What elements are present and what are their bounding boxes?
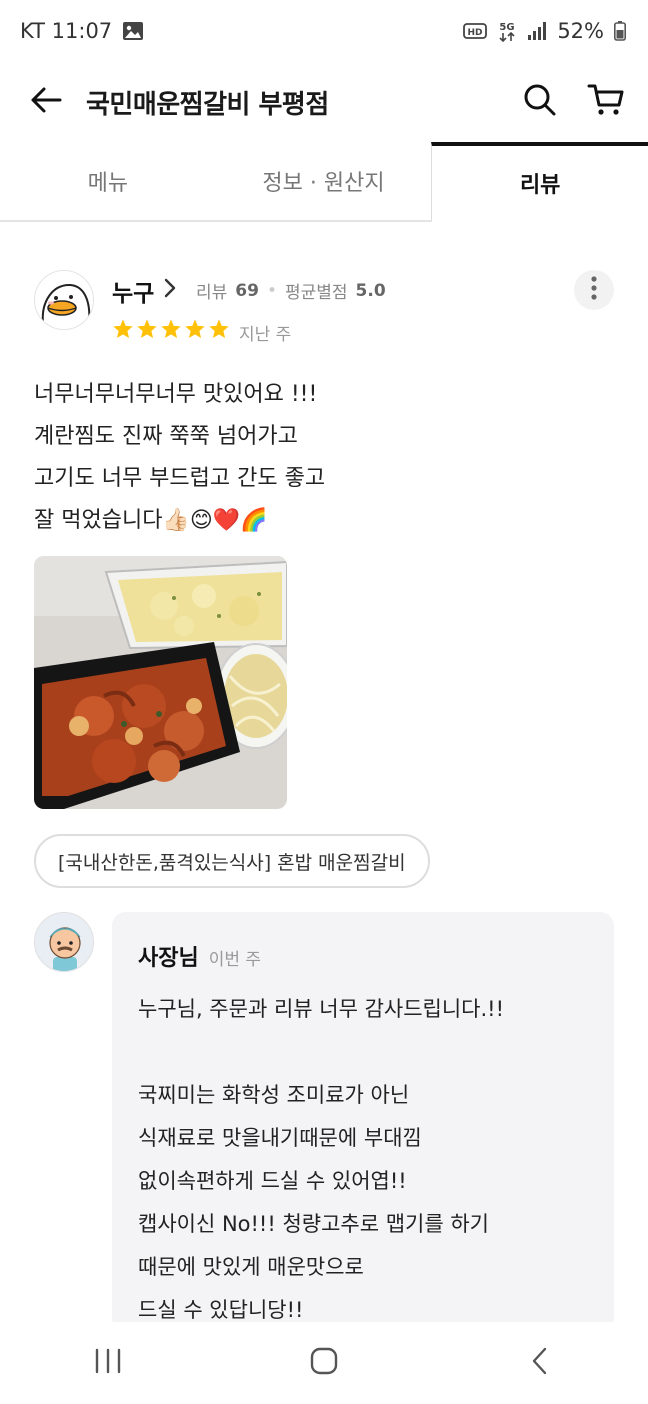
ordered-menu-chip[interactable]: [국내산한돈,품격있는식사] 혼밥 매운찜갈비 bbox=[34, 834, 430, 888]
system-back-button[interactable] bbox=[510, 1333, 570, 1393]
search-button[interactable] bbox=[518, 80, 562, 124]
reply-line: 때문에 맛있게 매운맛으로 bbox=[138, 1255, 364, 1279]
home-icon bbox=[310, 1347, 338, 1379]
recent-apps-icon bbox=[94, 1348, 122, 1378]
back-icon bbox=[531, 1347, 549, 1379]
tab-reviews[interactable]: 리뷰 bbox=[431, 142, 648, 222]
back-button[interactable] bbox=[26, 82, 66, 122]
reply-line: 없이속편하게 드실 수 있어엽!! bbox=[138, 1169, 407, 1193]
5g-icon: 5G bbox=[497, 19, 517, 43]
review-photo[interactable] bbox=[34, 556, 287, 809]
status-right: HD 5G 52% bbox=[463, 19, 626, 43]
reply-author: 사장님 bbox=[138, 946, 199, 971]
svg-text:5G: 5G bbox=[500, 22, 515, 33]
reviewer-name-link[interactable]: 누구 bbox=[112, 274, 176, 308]
battery-percent: 52% bbox=[557, 19, 604, 43]
gallery-icon bbox=[122, 21, 144, 41]
star-icon bbox=[161, 319, 181, 338]
reply-line: 식재료로 맛을내기때문에 부대낌 bbox=[138, 1126, 422, 1150]
search-icon bbox=[523, 83, 557, 121]
home-button[interactable] bbox=[294, 1333, 354, 1393]
svg-text:HD: HD bbox=[468, 28, 483, 38]
avg-rating: 5.0 bbox=[355, 280, 386, 301]
cart-button[interactable] bbox=[584, 80, 628, 124]
review-date: 지난 주 bbox=[239, 325, 292, 345]
system-nav-bar bbox=[0, 1322, 648, 1404]
reply-line: 캡사이신 No!!! 청량고추로 맵기를 하기 bbox=[138, 1212, 489, 1236]
review-line: 계란찜도 진짜 쭉쭉 넘어가고 bbox=[34, 424, 298, 449]
reply-line: 누구님, 주문과 리뷰 너무 감사드립니다.!! bbox=[138, 997, 505, 1021]
signal-icon bbox=[527, 21, 547, 41]
review-count: 69 bbox=[235, 280, 259, 301]
reviewer-name: 누구 bbox=[112, 281, 155, 307]
more-vertical-icon bbox=[591, 276, 597, 304]
status-left: KT 11:07 bbox=[20, 19, 144, 43]
reviewer-row: 누구 리뷰 69 • 평균별점 5.0 지난 주 bbox=[34, 270, 614, 345]
back-arrow-icon bbox=[30, 86, 62, 118]
store-title: 국민매운찜갈비 부평점 bbox=[86, 89, 329, 120]
battery-icon bbox=[614, 21, 626, 41]
star-rating bbox=[112, 318, 230, 340]
recent-apps-button[interactable] bbox=[78, 1333, 138, 1393]
reply-date: 이번 주 bbox=[208, 950, 262, 970]
tab-menu[interactable]: 메뉴 bbox=[0, 142, 216, 220]
review-text: 너무너무너무너무 맛있어요 !!! 계란찜도 진짜 쭉쭉 넘어가고 고기도 너무… bbox=[34, 374, 614, 542]
review-line: 고기도 너무 부드럽고 간도 좋고 bbox=[34, 466, 326, 491]
meta-dot: • bbox=[266, 280, 277, 301]
owner-character-icon bbox=[35, 913, 93, 971]
reply-line: 국찌미는 화학성 조미료가 아닌 bbox=[138, 1083, 410, 1107]
duck-avatar-icon bbox=[35, 271, 93, 329]
tab-info-origin[interactable]: 정보 · 원산지 bbox=[216, 142, 432, 220]
more-options-button[interactable] bbox=[574, 270, 614, 310]
status-bar: KT 11:07 HD 5G 52% bbox=[0, 0, 648, 62]
star-icon bbox=[137, 319, 157, 338]
star-icon bbox=[185, 319, 205, 338]
tab-bar: 메뉴 정보 · 원산지 리뷰 bbox=[0, 142, 648, 222]
reply-line bbox=[138, 1031, 608, 1074]
review-line: 너무너무너무너무 맛있어요 !!! bbox=[34, 382, 318, 407]
hd-icon: HD bbox=[463, 22, 488, 40]
reviewer-meta: 리뷰 69 • 평균별점 5.0 bbox=[196, 278, 386, 304]
avg-rating-label: 평균별점 bbox=[284, 283, 348, 303]
review-line: 잘 먹었습니다👍🏻😊❤️🌈 bbox=[34, 508, 268, 533]
food-photo-image bbox=[34, 556, 287, 809]
owner-reply: 사장님 이번 주 누구님, 주문과 리뷰 너무 감사드립니다.!! 국찌미는 화… bbox=[112, 912, 614, 1332]
owner-avatar bbox=[34, 912, 94, 972]
reply-text: 누구님, 주문과 리뷰 너무 감사드립니다.!! 국찌미는 화학성 조미료가 아… bbox=[138, 988, 608, 1332]
chevron-right-icon bbox=[164, 278, 176, 304]
app-header: 국민매운찜갈비 부평점 bbox=[0, 62, 648, 142]
star-icon bbox=[209, 319, 229, 338]
carrier-time: KT 11:07 bbox=[20, 19, 113, 43]
cart-icon bbox=[587, 83, 625, 121]
star-icon bbox=[113, 319, 133, 338]
review-count-label: 리뷰 bbox=[196, 283, 228, 303]
reply-header: 사장님 이번 주 bbox=[138, 940, 261, 972]
reviewer-avatar[interactable] bbox=[34, 270, 94, 330]
